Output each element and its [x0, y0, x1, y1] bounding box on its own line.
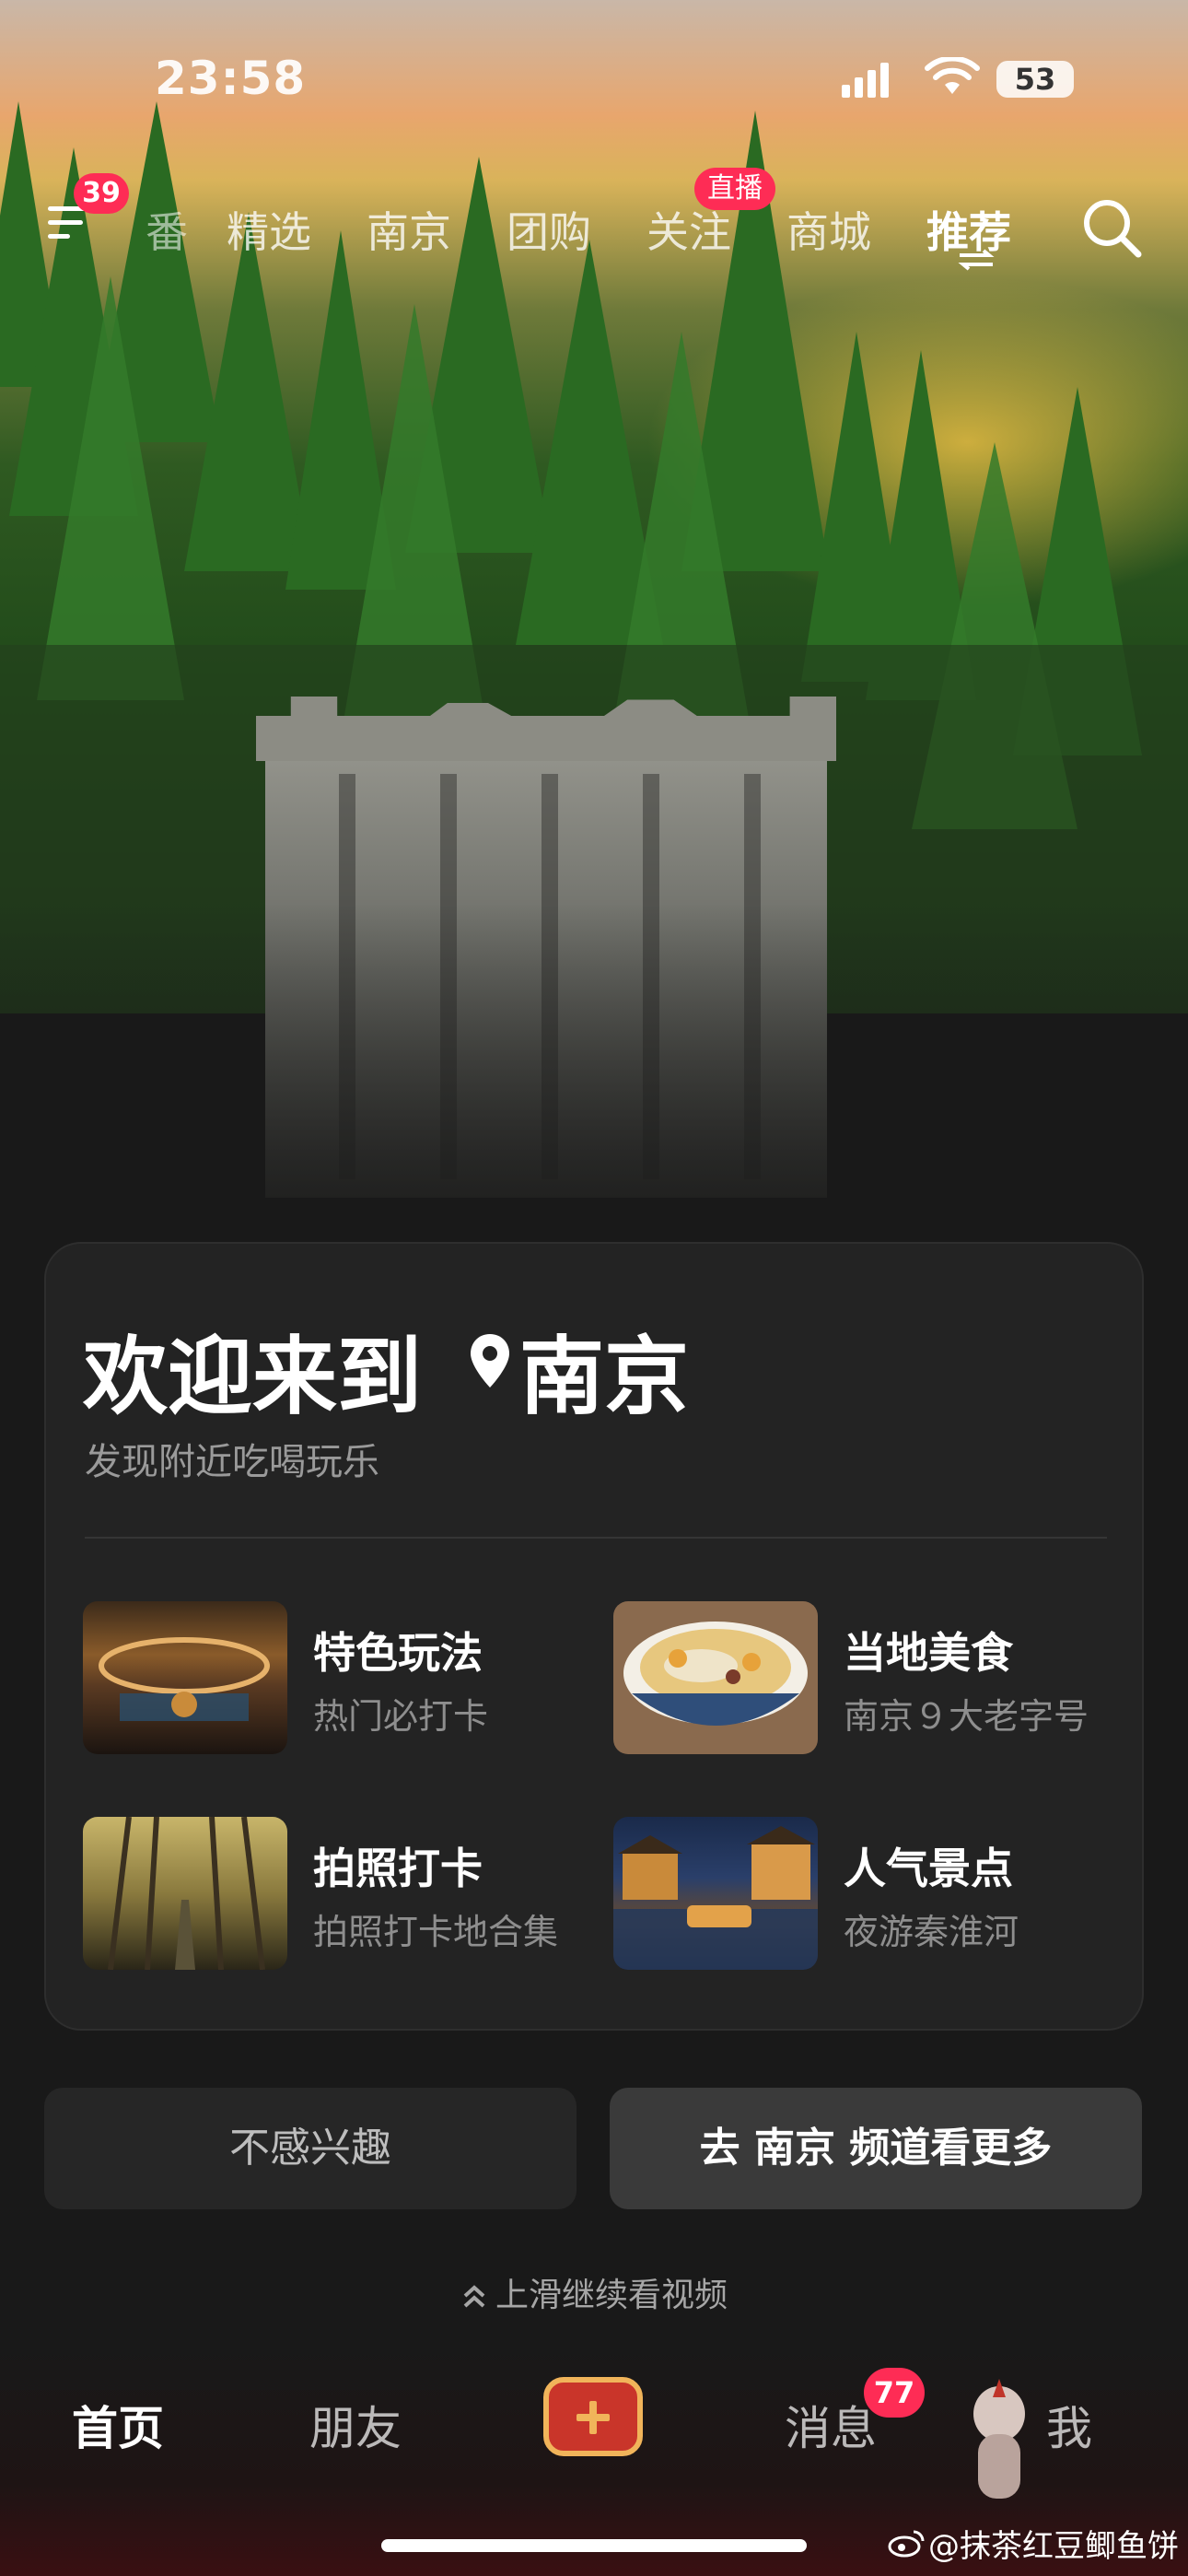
tab-mall[interactable]: 商城 [786, 199, 871, 260]
live-badge: 直播 [694, 168, 775, 210]
battery-icon: 53 [996, 61, 1074, 98]
tile-subtitle: 拍照打卡地合集 [313, 1912, 559, 1952]
tile-featured-play[interactable]: 特色玩法 热门必打卡 [83, 1601, 562, 1758]
cell-signal-icon [842, 63, 893, 98]
tile-subtitle: 夜游秦淮河 [844, 1912, 1019, 1952]
tile-subtitle: 热门必打卡 [313, 1696, 489, 1737]
tab-partial[interactable]: 番 [146, 199, 188, 260]
welcome-subtitle: 发现附近吃喝玩乐 [85, 1441, 379, 1483]
location-pin-icon [471, 1334, 509, 1388]
tab-nanjing[interactable]: 南京 [367, 199, 451, 260]
tab-group-buy[interactable]: 团购 [507, 199, 591, 260]
featured-play-thumbnail [83, 1601, 287, 1754]
status-time: 23:58 [155, 52, 307, 105]
tile-title: 拍照打卡 [313, 1844, 483, 1893]
tile-title: 人气景点 [844, 1844, 1013, 1893]
create-post-button[interactable] [543, 2377, 643, 2456]
photo-spots-thumbnail [83, 1817, 287, 1970]
top-nav: 39 番 精选 南京 团购 关注 直播 商城 推荐 [0, 168, 1188, 273]
switch-arrows-icon [958, 249, 995, 271]
nav-me[interactable]: 我 [1046, 2392, 1092, 2458]
nav-messages[interactable]: 消息 [785, 2392, 877, 2458]
nav-home[interactable]: 首页 [72, 2392, 164, 2458]
tile-subtitle: 南京９大老字号 [844, 1696, 1089, 1737]
search-icon[interactable] [1079, 195, 1144, 260]
messages-badge: 77 [864, 2368, 925, 2418]
go-channel-button[interactable]: 去 南京 频道看更多 [610, 2088, 1142, 2209]
menu-badge: 39 [74, 173, 129, 214]
tile-title: 特色玩法 [313, 1628, 483, 1678]
swipe-hint: 上滑继续看视频 [0, 2268, 1188, 2316]
swipe-hint-text: 上滑继续看视频 [495, 2277, 728, 2314]
weibo-icon [888, 2530, 925, 2558]
city-name[interactable]: 南京 [519, 1308, 689, 1431]
not-interested-button[interactable]: 不感兴趣 [44, 2088, 577, 2209]
tab-featured[interactable]: 精选 [227, 199, 311, 260]
home-indicator[interactable] [381, 2539, 807, 2552]
divider [85, 1537, 1107, 1539]
plus-icon [577, 2401, 610, 2434]
welcome-title: 欢迎来到 [83, 1328, 423, 1426]
local-food-thumbnail [613, 1601, 818, 1754]
nav-friends[interactable]: 朋友 [309, 2392, 402, 2458]
tile-title: 当地美食 [844, 1628, 1013, 1678]
tile-photo-spots[interactable]: 拍照打卡 拍照打卡地合集 [83, 1817, 562, 1973]
watermark-text: @抹茶红豆鲫鱼饼 [928, 2528, 1179, 2565]
tile-local-food[interactable]: 当地美食 南京９大老字号 [613, 1601, 1092, 1758]
wifi-icon [925, 57, 980, 94]
double-chevron-up-icon [463, 2285, 485, 2308]
welcome-card[interactable]: 欢迎来到 南京 发现附近吃喝玩乐 特色玩法 热门必打卡 当地美食 南京９大老字号… [44, 1242, 1144, 2031]
popular-sights-thumbnail [613, 1817, 818, 1970]
mascot-figure-icon [973, 2379, 1025, 2499]
tile-popular-sights[interactable]: 人气景点 夜游秦淮河 [613, 1817, 1092, 1973]
